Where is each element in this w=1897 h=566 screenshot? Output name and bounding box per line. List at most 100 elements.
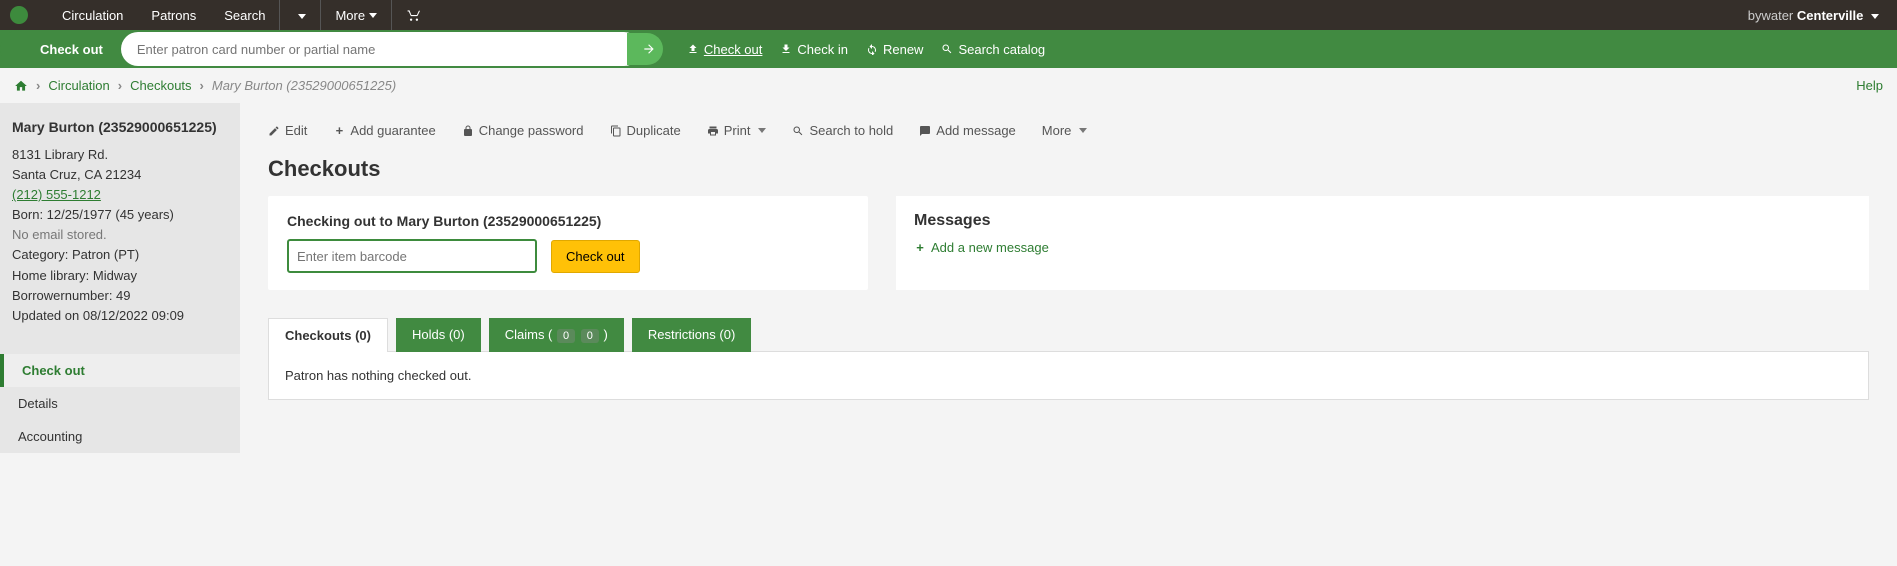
lock-icon xyxy=(462,125,474,137)
patron-name: Mary Burton (23529000651225) xyxy=(12,117,228,139)
messages-panel: Messages + Add a new message xyxy=(896,196,1869,290)
tabs: Checkouts (0) Holds (0) Claims ( 0 0 ) R… xyxy=(268,318,1869,352)
sidenav-checkout[interactable]: Check out xyxy=(0,354,240,387)
sidenav-accounting[interactable]: Accounting xyxy=(0,420,240,453)
link-checkout-label: Check out xyxy=(704,42,763,57)
tb-change-password-label: Change password xyxy=(479,123,584,138)
patron-search-input[interactable] xyxy=(121,32,641,66)
link-checkin-label: Check in xyxy=(797,42,848,57)
main-content: Edit + Add guarantee Change password Dup… xyxy=(240,103,1897,453)
breadcrumb-sep: › xyxy=(36,78,40,93)
main-layout: Mary Burton (23529000651225) 8131 Librar… xyxy=(0,103,1897,453)
link-catalog-label: Search catalog xyxy=(958,42,1045,57)
tb-duplicate[interactable]: Duplicate xyxy=(610,123,681,138)
patron-home-library: Home library: Midway xyxy=(12,266,228,286)
patron-search-submit[interactable] xyxy=(627,33,663,65)
breadcrumb-sep: › xyxy=(200,78,204,93)
search-icon xyxy=(941,43,953,55)
tb-search-to-hold[interactable]: Search to hold xyxy=(792,123,893,138)
add-message-link[interactable]: + Add a new message xyxy=(914,240,1851,255)
checkout-pill: Check out xyxy=(0,30,121,68)
checkout-heading-prefix: Checking out to xyxy=(287,213,393,229)
home-icon xyxy=(14,79,28,93)
account-prefix: bywater xyxy=(1748,8,1794,23)
tb-more[interactable]: More xyxy=(1042,123,1088,138)
patron-address1: 8131 Library Rd. xyxy=(12,145,228,165)
account-branch: Centerville xyxy=(1797,8,1863,23)
breadcrumb-sep: › xyxy=(118,78,122,93)
patron-phone[interactable]: (212) 555-1212 xyxy=(12,185,228,205)
green-toolbar: Check out Check out Check in Renew Searc… xyxy=(0,30,1897,68)
empty-checkouts-text: Patron has nothing checked out. xyxy=(285,368,471,383)
tb-change-password[interactable]: Change password xyxy=(462,123,584,138)
upload-icon xyxy=(687,43,699,55)
add-message-label: Add a new message xyxy=(931,240,1049,255)
printer-icon xyxy=(707,125,719,137)
tb-more-label: More xyxy=(1042,123,1072,138)
tb-search-to-hold-label: Search to hold xyxy=(809,123,893,138)
breadcrumb-checkouts[interactable]: Checkouts xyxy=(130,78,191,93)
barcode-input[interactable] xyxy=(287,239,537,273)
tab-restrictions[interactable]: Restrictions (0) xyxy=(632,318,751,352)
download-icon xyxy=(780,43,792,55)
link-renew[interactable]: Renew xyxy=(866,42,923,57)
caret-down-icon xyxy=(1871,14,1879,19)
tb-edit[interactable]: Edit xyxy=(268,123,307,138)
checkout-heading: Checking out to Mary Burton (23529000651… xyxy=(287,213,849,229)
claims-badge-2: 0 xyxy=(581,329,599,343)
link-checkout[interactable]: Check out xyxy=(687,42,763,57)
page-title: Checkouts xyxy=(268,156,1869,182)
tab-content: Patron has nothing checked out. xyxy=(268,351,1869,400)
caret-down-icon xyxy=(758,128,766,133)
nav-patrons[interactable]: Patrons xyxy=(137,0,210,30)
sidebar: Mary Burton (23529000651225) 8131 Librar… xyxy=(0,103,240,453)
claims-badge-1: 0 xyxy=(557,329,575,343)
nav-search[interactable]: Search xyxy=(210,0,279,30)
patron-card: Mary Burton (23529000651225) 8131 Librar… xyxy=(0,103,240,344)
help-link[interactable]: Help xyxy=(1856,78,1883,93)
cart-icon xyxy=(406,8,422,22)
pencil-icon xyxy=(268,125,280,137)
nav-circulation[interactable]: Circulation xyxy=(48,0,137,30)
caret-down-icon xyxy=(369,13,377,18)
tb-add-guarantee[interactable]: + Add guarantee xyxy=(333,123,435,138)
breadcrumb-circulation[interactable]: Circulation xyxy=(48,78,109,93)
caret-down-icon xyxy=(1079,128,1087,133)
link-renew-label: Renew xyxy=(883,42,923,57)
tab-claims-suffix: ) xyxy=(604,327,608,342)
patron-updated: Updated on 08/12/2022 09:09 xyxy=(12,306,228,326)
patron-address2: Santa Cruz, CA 21234 xyxy=(12,165,228,185)
nav-more[interactable]: More xyxy=(321,0,391,30)
tab-checkouts[interactable]: Checkouts (0) xyxy=(268,318,388,352)
checkout-panel: Checking out to Mary Burton (23529000651… xyxy=(268,196,868,290)
patron-toolbar: Edit + Add guarantee Change password Dup… xyxy=(268,119,1869,152)
tb-duplicate-label: Duplicate xyxy=(627,123,681,138)
tab-holds[interactable]: Holds (0) xyxy=(396,318,481,352)
plus-icon: + xyxy=(333,123,345,138)
app-logo[interactable] xyxy=(10,6,28,24)
tb-print[interactable]: Print xyxy=(707,123,767,138)
copy-icon xyxy=(610,125,622,137)
link-checkin[interactable]: Check in xyxy=(780,42,848,57)
tb-add-message-label: Add message xyxy=(936,123,1016,138)
breadcrumb-home[interactable] xyxy=(14,79,28,93)
patron-category: Category: Patron (PT) xyxy=(12,245,228,265)
tb-print-label: Print xyxy=(724,123,751,138)
account-menu[interactable]: bywater Centerville xyxy=(1740,8,1887,23)
link-search-catalog[interactable]: Search catalog xyxy=(941,42,1045,57)
plus-icon: + xyxy=(914,240,926,255)
nav-dropdown-toggle[interactable] xyxy=(280,8,320,23)
messages-title: Messages xyxy=(914,212,1851,230)
nav-cart[interactable] xyxy=(392,0,436,30)
tab-claims-prefix: Claims ( xyxy=(505,327,553,342)
side-nav: Check out Details Accounting xyxy=(0,354,240,453)
tb-edit-label: Edit xyxy=(285,123,307,138)
sidenav-details[interactable]: Details xyxy=(0,387,240,420)
checkout-button[interactable]: Check out xyxy=(551,240,640,273)
breadcrumb: › Circulation › Checkouts › Mary Burton … xyxy=(0,68,1897,103)
tab-claims[interactable]: Claims ( 0 0 ) xyxy=(489,318,624,352)
patron-born: Born: 12/25/1977 (45 years) xyxy=(12,205,228,225)
tb-add-guarantee-label: Add guarantee xyxy=(350,123,435,138)
tb-add-message[interactable]: Add message xyxy=(919,123,1016,138)
search-icon xyxy=(792,125,804,137)
